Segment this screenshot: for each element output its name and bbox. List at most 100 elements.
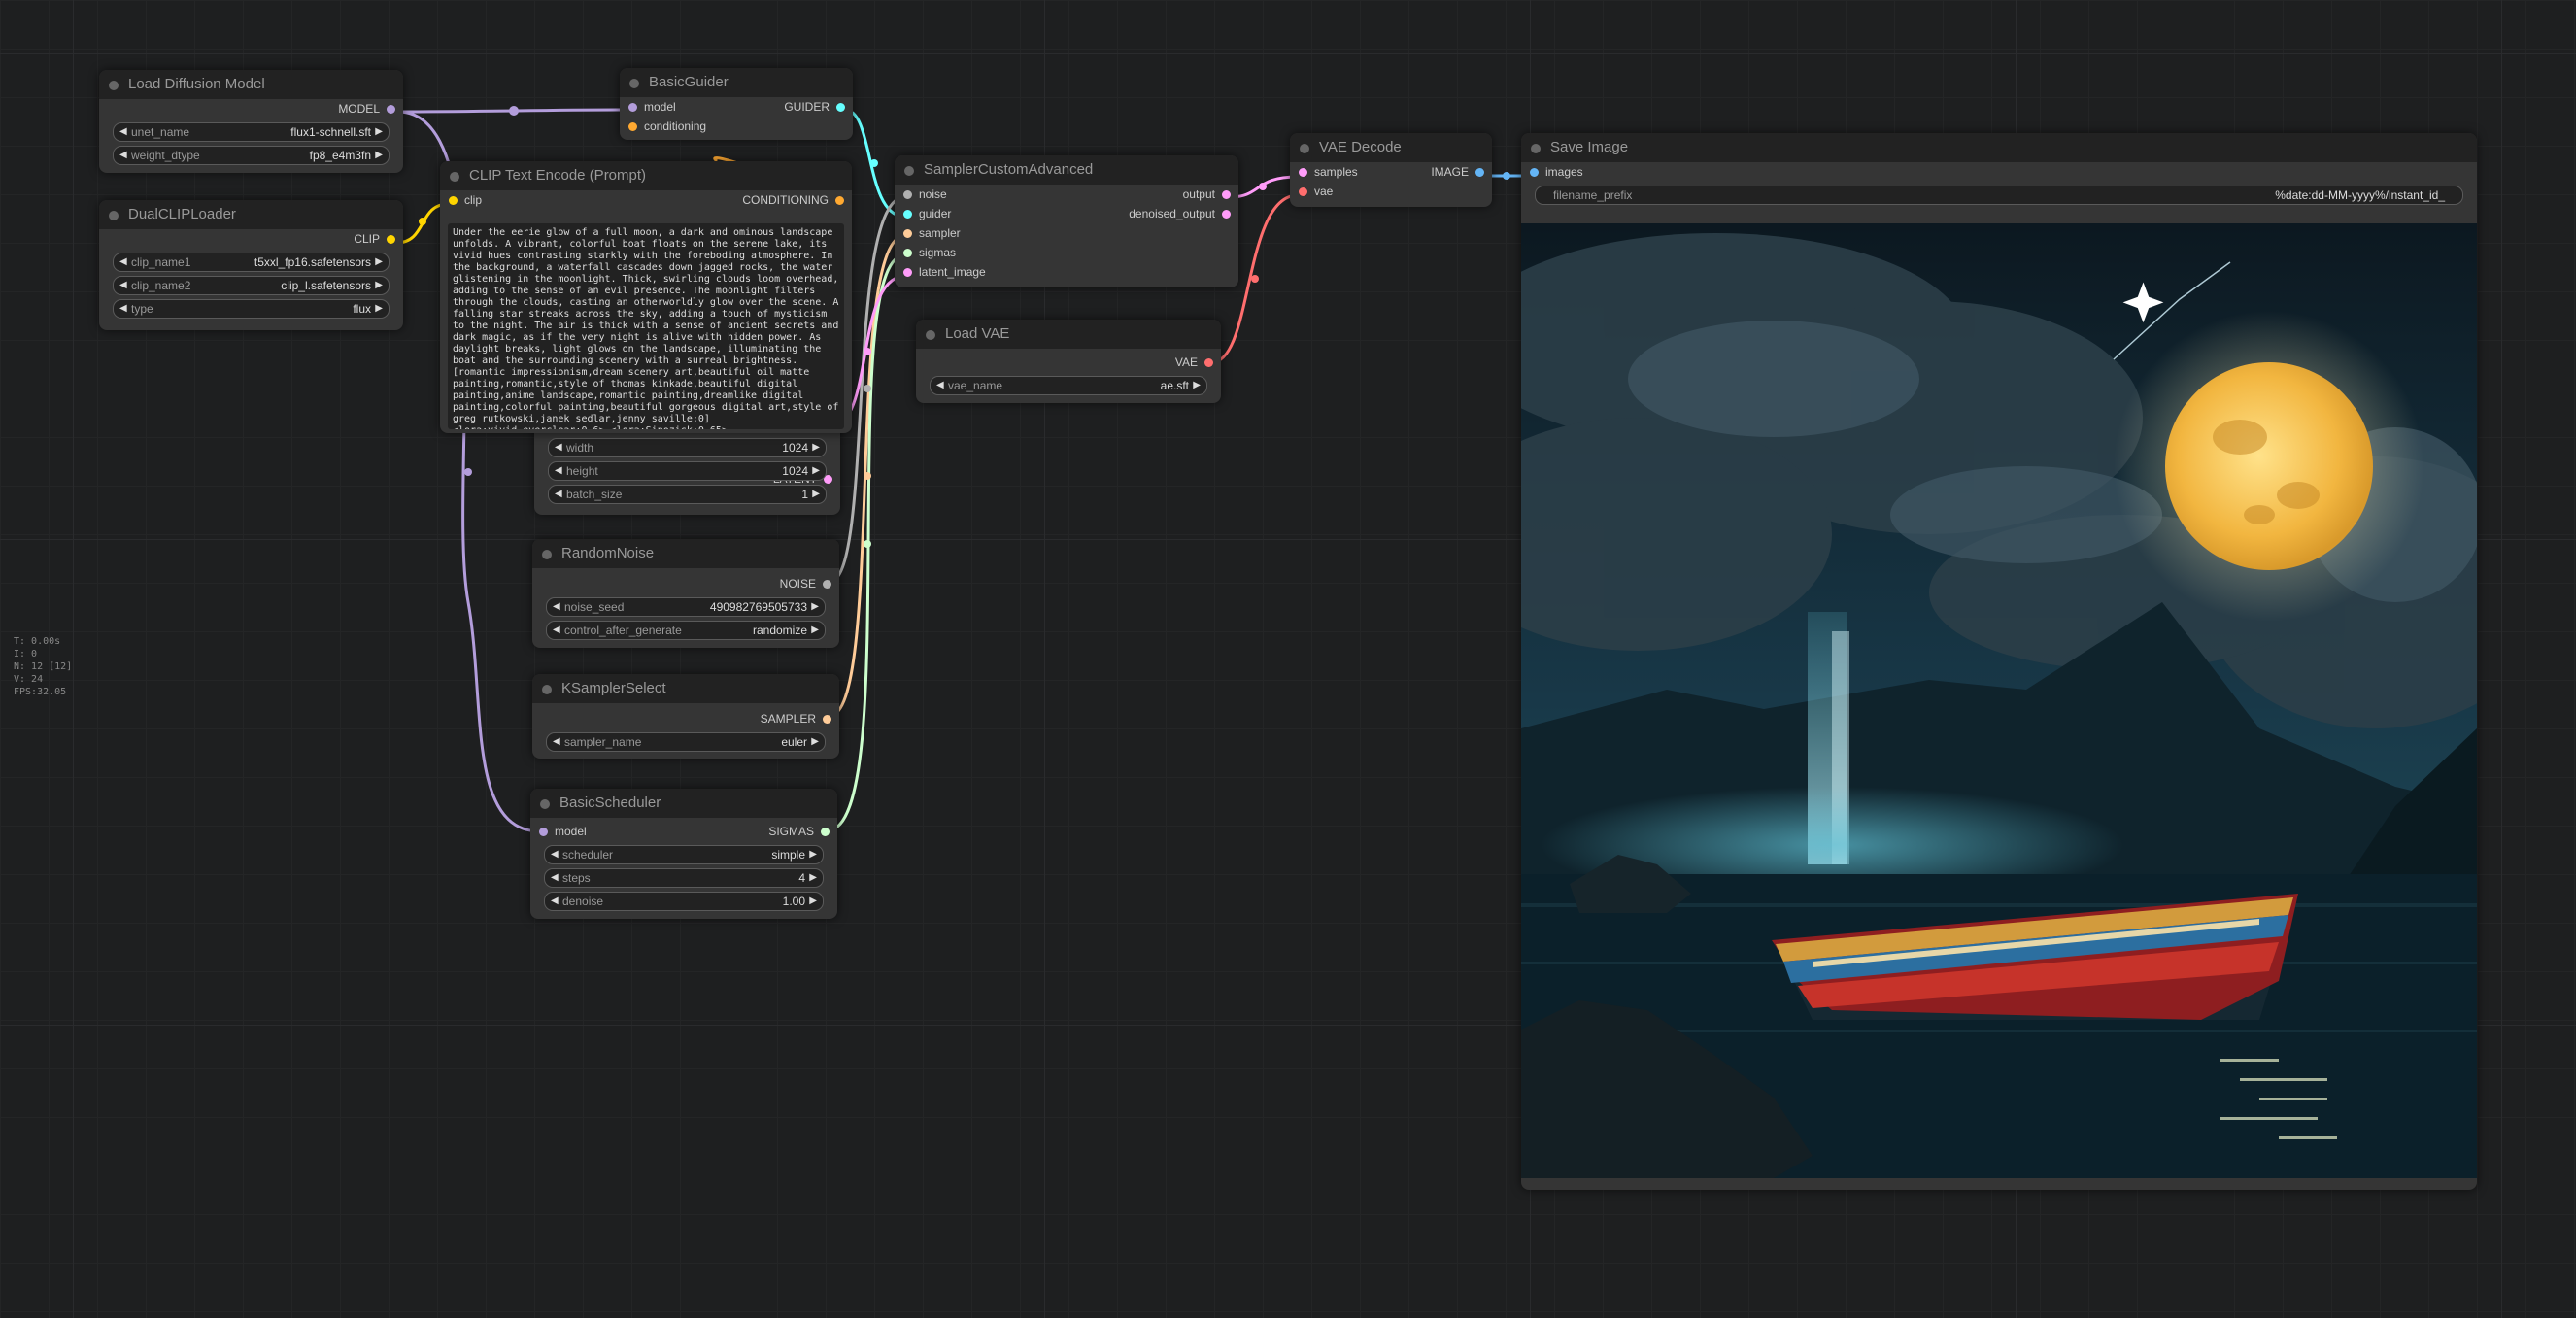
widget-height[interactable]: ◀ height 1024 ▶ (548, 461, 827, 481)
increment-icon[interactable]: ▶ (809, 893, 817, 910)
decrement-icon[interactable]: ◀ (119, 300, 127, 318)
widget-unet-name[interactable]: ◀ unet_name flux1-schnell.sft ▶ (113, 122, 390, 142)
input-noise-dot[interactable] (903, 190, 912, 199)
collapse-dot[interactable] (629, 79, 639, 88)
collapse-dot[interactable] (1300, 144, 1309, 153)
widget-weight-dtype[interactable]: ◀ weight_dtype fp8_e4m3fn ▶ (113, 146, 390, 165)
widget-denoise[interactable]: ◀ denoise 1.00 ▶ (544, 892, 824, 911)
input-model-dot[interactable] (539, 828, 548, 836)
widget-sampler-name[interactable]: ◀ sampler_name euler ▶ (546, 732, 826, 752)
input-vae-dot[interactable] (1299, 187, 1307, 196)
increment-icon[interactable]: ▶ (812, 462, 820, 480)
reroute-dot[interactable] (1259, 183, 1267, 190)
decrement-icon[interactable]: ◀ (555, 486, 562, 503)
collapse-dot[interactable] (926, 330, 935, 340)
node-clip-text-encode[interactable]: CLIP Text Encode (Prompt) clip CONDITION… (440, 161, 852, 433)
decrement-icon[interactable]: ◀ (553, 622, 560, 639)
increment-icon[interactable]: ▶ (811, 598, 819, 616)
widget-noise-seed[interactable]: ◀ noise_seed 490982769505733 ▶ (546, 597, 826, 617)
input-latent-dot[interactable] (903, 268, 912, 277)
decrement-icon[interactable]: ◀ (555, 439, 562, 456)
increment-icon[interactable]: ▶ (375, 123, 383, 141)
widget-filename-prefix[interactable]: filename_prefix %date:dd-MM-yyyy%/instant… (1535, 186, 2463, 205)
input-samples-dot[interactable] (1299, 168, 1307, 177)
node-dual-clip-loader[interactable]: DualCLIPLoader CLIP ◀ clip_name1 t5xxl_fp1… (99, 200, 403, 330)
input-images-dot[interactable] (1530, 168, 1539, 177)
output-sigmas-dot[interactable] (821, 828, 830, 836)
reroute-dot[interactable] (1503, 172, 1510, 180)
decrement-icon[interactable]: ◀ (119, 277, 127, 294)
increment-icon[interactable]: ▶ (375, 147, 383, 164)
decrement-icon[interactable]: ◀ (555, 462, 562, 480)
increment-icon[interactable]: ▶ (375, 253, 383, 271)
widget-vae-name[interactable]: ◀ vae_name ae.sft ▶ (930, 376, 1207, 395)
output-image-dot[interactable] (1475, 168, 1484, 177)
reroute-dot[interactable] (1251, 275, 1259, 283)
decrement-icon[interactable]: ◀ (936, 377, 944, 394)
widget-clip-name1[interactable]: ◀ clip_name1 t5xxl_fp16.safetensors ▶ (113, 253, 390, 272)
collapse-dot[interactable] (904, 166, 914, 176)
output-output-dot[interactable] (1222, 190, 1231, 199)
node-load-vae[interactable]: Load VAE VAE ◀ vae_name ae.sft ▶ (916, 320, 1221, 403)
prompt-textarea[interactable]: Under the eerie glow of a full moon, a d… (448, 223, 844, 429)
decrement-icon[interactable]: ◀ (551, 846, 559, 863)
collapse-dot[interactable] (1531, 144, 1541, 153)
node-basic-scheduler[interactable]: BasicScheduler model SIGMAS ◀ scheduler si… (530, 789, 837, 919)
node-ksampler-select[interactable]: KSamplerSelect SAMPLER ◀ sampler_name eule… (532, 674, 839, 759)
decrement-icon[interactable]: ◀ (119, 123, 127, 141)
output-denoised-dot[interactable] (1222, 210, 1231, 219)
reroute-dot[interactable] (870, 159, 878, 167)
increment-icon[interactable]: ▶ (811, 622, 819, 639)
increment-icon[interactable]: ▶ (375, 300, 383, 318)
decrement-icon[interactable]: ◀ (553, 598, 560, 616)
node-random-noise[interactable]: RandomNoise NOISE ◀ noise_seed 49098276950… (532, 539, 839, 648)
input-guider-dot[interactable] (903, 210, 912, 219)
node-load-diffusion-model[interactable]: Load Diffusion Model MODEL ◀ unet_name flu… (99, 70, 403, 173)
collapse-dot[interactable] (540, 799, 550, 809)
widget-control-after-generate[interactable]: ◀ control_after_generate randomize ▶ (546, 621, 826, 640)
increment-icon[interactable]: ▶ (809, 869, 817, 887)
node-sampler-custom-advanced[interactable]: SamplerCustomAdvanced noise output guide… (895, 155, 1238, 287)
input-model-dot[interactable] (628, 103, 637, 112)
widget-scheduler[interactable]: ◀ scheduler simple ▶ (544, 845, 824, 864)
output-model-dot[interactable] (387, 105, 395, 114)
node-vae-decode[interactable]: VAE Decode samples IMAGE vae (1290, 133, 1492, 207)
reroute-dot[interactable] (864, 385, 871, 392)
widget-steps[interactable]: ◀ steps 4 ▶ (544, 868, 824, 888)
reroute-dot[interactable] (464, 468, 472, 476)
node-basic-guider[interactable]: BasicGuider model GUIDER conditioning (620, 68, 853, 140)
reroute-dot[interactable] (419, 218, 426, 225)
increment-icon[interactable]: ▶ (811, 733, 819, 751)
output-conditioning-dot[interactable] (835, 196, 844, 205)
reroute-dot[interactable] (864, 540, 871, 548)
increment-icon[interactable]: ▶ (809, 846, 817, 863)
widget-clip-name2[interactable]: ◀ clip_name2 clip_l.safetensors ▶ (113, 276, 390, 295)
reroute-dot[interactable] (864, 348, 871, 355)
input-sigmas-dot[interactable] (903, 249, 912, 257)
decrement-icon[interactable]: ◀ (119, 147, 127, 164)
input-clip-dot[interactable] (449, 196, 458, 205)
output-vae-dot[interactable] (1204, 358, 1213, 367)
widget-type[interactable]: ◀ type flux ▶ (113, 299, 390, 319)
widget-width[interactable]: ◀ width 1024 ▶ (548, 438, 827, 457)
reroute-dot[interactable] (864, 472, 871, 480)
decrement-icon[interactable]: ◀ (551, 893, 559, 910)
image-preview[interactable] (1521, 223, 2477, 1178)
increment-icon[interactable]: ▶ (812, 439, 820, 456)
output-clip-dot[interactable] (387, 235, 395, 244)
collapse-dot[interactable] (109, 81, 119, 90)
output-noise-dot[interactable] (823, 580, 831, 589)
decrement-icon[interactable]: ◀ (553, 733, 560, 751)
collapse-dot[interactable] (109, 211, 119, 220)
increment-icon[interactable]: ▶ (1193, 377, 1201, 394)
reroute-dot[interactable] (509, 106, 519, 116)
decrement-icon[interactable]: ◀ (119, 253, 127, 271)
widget-batch-size[interactable]: ◀ batch_size 1 ▶ (548, 485, 827, 504)
collapse-dot[interactable] (542, 685, 552, 694)
input-conditioning-dot[interactable] (628, 122, 637, 131)
output-guider-dot[interactable] (836, 103, 845, 112)
input-sampler-dot[interactable] (903, 229, 912, 238)
collapse-dot[interactable] (450, 172, 459, 182)
collapse-dot[interactable] (542, 550, 552, 559)
increment-icon[interactable]: ▶ (375, 277, 383, 294)
